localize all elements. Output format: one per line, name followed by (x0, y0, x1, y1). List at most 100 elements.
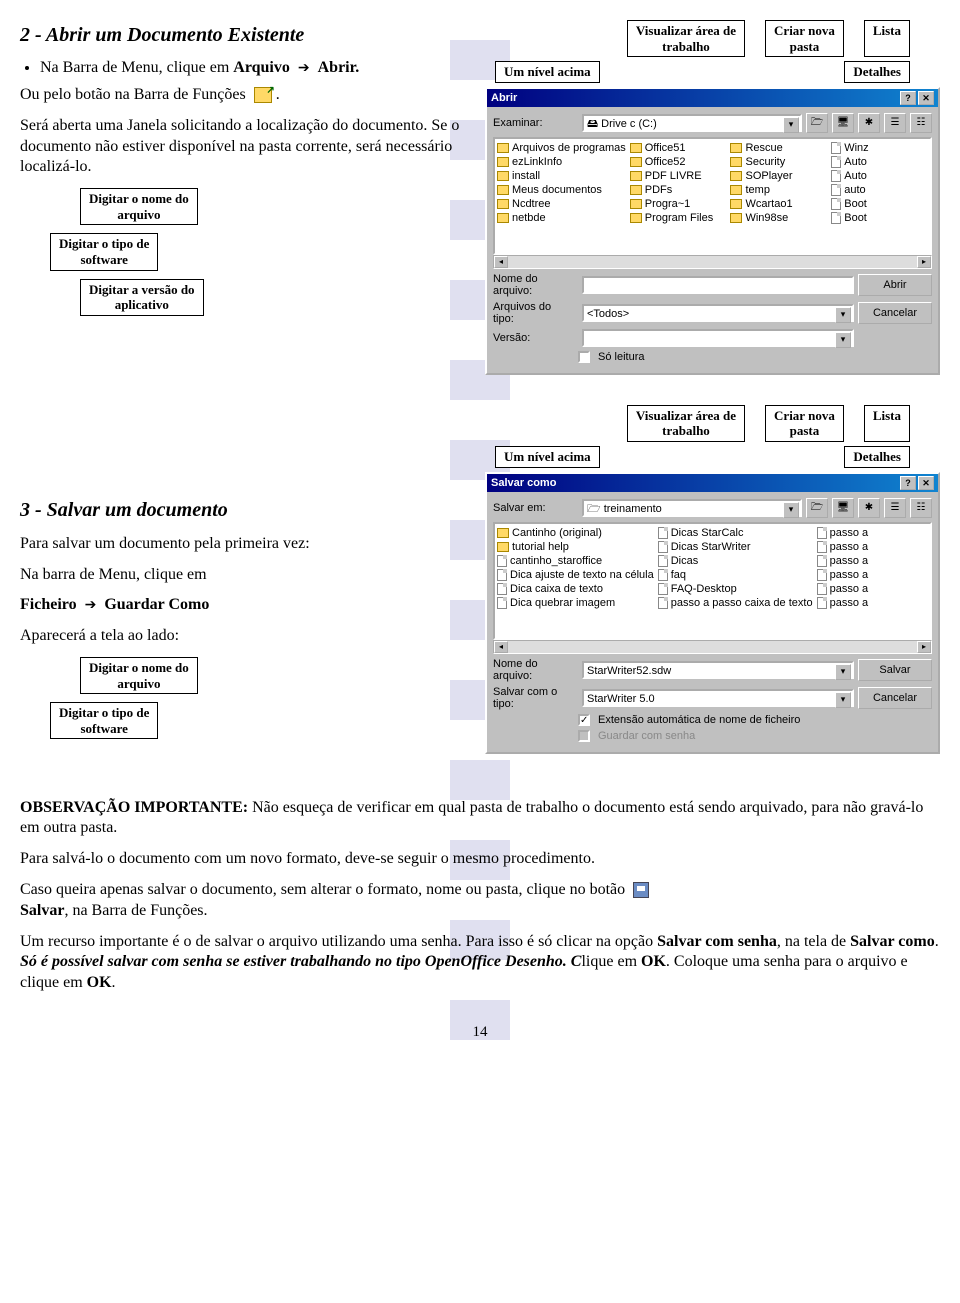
folder-icon (630, 213, 642, 223)
file-icon (497, 555, 507, 567)
nome-arquivo-input[interactable] (582, 276, 854, 294)
obs-p3a: Caso queira apenas salvar o documento, s… (20, 881, 629, 898)
list-view-icon[interactable]: ☰ (884, 113, 906, 133)
callout-visualizar-2: Visualizar área de trabalho (627, 405, 745, 442)
abrir-button[interactable]: Abrir (858, 274, 932, 296)
tipo-arquivo-combo[interactable]: <Todos> (582, 304, 854, 322)
list-item[interactable]: Boot (831, 211, 928, 225)
close-button[interactable]: ✕ (918, 476, 934, 490)
list-item[interactable]: Boot (831, 197, 928, 211)
list-item[interactable]: Dicas StarWriter (658, 540, 813, 554)
list-item[interactable]: Security (730, 155, 827, 169)
list-item[interactable]: passo a passo caixa de texto (658, 596, 813, 610)
list-item[interactable]: passo a (817, 540, 928, 554)
list-item[interactable]: Wcartao1 (730, 197, 827, 211)
file-list-area[interactable]: Arquivos de programasezLinkInfoinstallMe… (493, 137, 932, 255)
list-item[interactable]: Dicas (658, 554, 813, 568)
list-item[interactable]: Win98se (730, 211, 827, 225)
list-item[interactable]: faq (658, 568, 813, 582)
obs-p4h: OK (641, 953, 666, 970)
horizontal-scrollbar[interactable]: ◂▸ (493, 255, 932, 269)
desktop-icon[interactable]: 🖥 (832, 113, 854, 133)
list-item[interactable]: Ncdtree (497, 197, 626, 211)
list-item-label: Dica caixa de texto (510, 582, 603, 596)
arrow-icon: ➔ (298, 60, 310, 77)
desktop-icon[interactable]: 🖥 (832, 498, 854, 518)
help-button[interactable]: ? (900, 476, 916, 490)
list-item[interactable]: Meus documentos (497, 183, 626, 197)
tipo-arquivo-combo-save[interactable]: StarWriter 5.0 (582, 689, 854, 707)
horizontal-scrollbar[interactable]: ◂▸ (493, 640, 932, 654)
file-icon (658, 527, 668, 539)
list-item-label: Dicas (671, 554, 699, 568)
list-item[interactable]: Cantinho (original) (497, 526, 654, 540)
details-view-icon[interactable]: ☷ (910, 498, 932, 518)
list-item[interactable]: Auto (831, 155, 928, 169)
list-item[interactable]: passo a (817, 582, 928, 596)
cancelar-button-save[interactable]: Cancelar (858, 687, 932, 709)
ext-auto-label: Extensão automática de nome de ficheiro (598, 714, 800, 726)
list-item[interactable]: Progra~1 (630, 197, 727, 211)
guardar-senha-checkbox[interactable] (578, 730, 590, 742)
list-item[interactable]: auto (831, 183, 928, 197)
list-item[interactable]: FAQ-Desktop (658, 582, 813, 596)
list-item-label: Dica quebrar imagem (510, 596, 615, 610)
list-item[interactable]: passo a (817, 554, 928, 568)
list-item[interactable]: SOPlayer (730, 169, 827, 183)
list-item[interactable]: passo a (817, 526, 928, 540)
list-item[interactable]: cantinho_staroffice (497, 554, 654, 568)
s2-arquivo: Arquivo (233, 59, 290, 76)
file-list-area-save[interactable]: Cantinho (original)tutorial helpcantinho… (493, 522, 932, 640)
nome-arquivo-input-save[interactable]: StarWriter52.sdw (582, 661, 854, 679)
so-leitura-checkbox[interactable] (578, 351, 590, 363)
cancelar-button[interactable]: Cancelar (858, 302, 932, 324)
folder-icon (630, 157, 642, 167)
close-button[interactable]: ✕ (918, 91, 934, 105)
list-item[interactable]: Dica quebrar imagem (497, 596, 654, 610)
folder-icon (497, 199, 509, 209)
list-item[interactable]: ezLinkInfo (497, 155, 626, 169)
list-item[interactable]: temp (730, 183, 827, 197)
list-item[interactable]: Program Files (630, 211, 727, 225)
list-item[interactable]: install (497, 169, 626, 183)
list-item[interactable]: Rescue (730, 141, 827, 155)
list-item[interactable]: passo a (817, 596, 928, 610)
list-item[interactable]: Arquivos de programas (497, 141, 626, 155)
list-item-label: Dicas StarWriter (671, 540, 751, 554)
salvar-em-combo[interactable]: 🗁 treinamento (582, 499, 802, 517)
callout-detalhes-2: Detalhes (844, 446, 910, 468)
list-item[interactable]: netbde (497, 211, 626, 225)
folder-icon (730, 171, 742, 181)
list-item-label: passo a (830, 596, 869, 610)
new-folder-icon[interactable]: ✱ (858, 498, 880, 518)
list-view-icon[interactable]: ☰ (884, 498, 906, 518)
list-item[interactable]: Winz (831, 141, 928, 155)
list-item[interactable]: PDFs (630, 183, 727, 197)
list-item[interactable]: Auto (831, 169, 928, 183)
s3-p4: Aparecerá a tela ao lado: (20, 626, 475, 647)
up-one-level-icon[interactable]: 🗁 (806, 498, 828, 518)
dialog-salvar-como: Salvar como ? ✕ Salvar em: 🗁 treinamento… (485, 472, 940, 754)
file-icon (831, 142, 841, 154)
list-item-label: Program Files (645, 211, 713, 225)
new-folder-icon[interactable]: ✱ (858, 113, 880, 133)
versao-combo[interactable] (582, 329, 854, 347)
examinar-combo[interactable]: 🖴 Drive c (C:) (582, 114, 802, 132)
list-item[interactable]: Dica caixa de texto (497, 582, 654, 596)
guardar-senha-label: Guardar com senha (598, 730, 695, 742)
list-item-label: Dicas StarCalc (671, 526, 744, 540)
list-item[interactable]: Dica ajuste de texto na célula (497, 568, 654, 582)
ext-auto-checkbox[interactable] (578, 714, 590, 726)
folder-icon (497, 157, 509, 167)
s3-p3: Ficheiro ➔ Guardar Como (20, 595, 475, 616)
list-item[interactable]: Dicas StarCalc (658, 526, 813, 540)
list-item[interactable]: passo a (817, 568, 928, 582)
list-item[interactable]: PDF LIVRE (630, 169, 727, 183)
details-view-icon[interactable]: ☷ (910, 113, 932, 133)
salvar-button[interactable]: Salvar (858, 659, 932, 681)
help-button[interactable]: ? (900, 91, 916, 105)
list-item[interactable]: tutorial help (497, 540, 654, 554)
list-item[interactable]: Office51 (630, 141, 727, 155)
up-one-level-icon[interactable]: 🗁 (806, 113, 828, 133)
list-item[interactable]: Office52 (630, 155, 727, 169)
